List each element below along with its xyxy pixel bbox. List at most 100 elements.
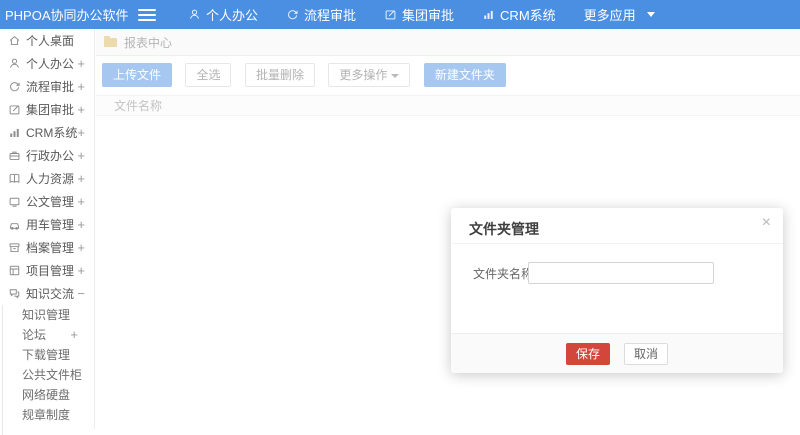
nav-item-personal-office[interactable]: 个人办公 [174, 0, 272, 29]
more-actions-button[interactable]: 更多操作 [328, 63, 411, 87]
close-icon[interactable]: × [762, 215, 771, 231]
sidebar: 个人桌面 个人办公 + 流程审批 + 集团审批 + CRM系统 + 行政办公 +… [0, 29, 95, 435]
sidebar-item-label: 个人办公 [26, 57, 75, 71]
file-list-header: 文件名称 [96, 95, 800, 116]
sidebar-item-official-docs[interactable]: 公文管理 + [0, 190, 94, 213]
app-logo: PHPOA协同办公软件 [5, 8, 129, 23]
sidebar-item-hr[interactable]: 人力资源 + [0, 167, 94, 190]
sidebar-item-label: 知识交流 [26, 287, 75, 301]
folder-name-input[interactable] [528, 262, 714, 284]
briefcase-icon [8, 149, 21, 162]
process-icon [8, 80, 21, 93]
sidebar-item-label: 项目管理 [26, 264, 75, 278]
caret-down-icon [646, 12, 655, 17]
sidebar-subitem-public-cabinet[interactable]: 公共文件柜 [0, 365, 94, 385]
more-actions-label: 更多操作 [339, 68, 388, 82]
sidebar-item-label: CRM系统 [26, 126, 78, 140]
nav-item-label: 个人办公 [206, 8, 259, 23]
sidebar-item-label: 集团审批 [26, 103, 75, 117]
new-folder-button[interactable]: 新建文件夹 [423, 63, 506, 87]
chat-icon [8, 287, 21, 300]
sidebar-item-knowledge[interactable]: 知识交流 − [0, 282, 94, 305]
top-nav-menu: 个人办公 流程审批 集团审批 CRM系统 更多应用 [174, 0, 669, 29]
folder-name-label: 文件夹名称 [473, 266, 534, 281]
sidebar-item-archives[interactable]: 档案管理 + [0, 236, 94, 259]
car-icon [8, 218, 21, 231]
sidebar-item-personal-office[interactable]: 个人办公 + [0, 52, 94, 75]
sidebar-subitem-forum[interactable]: 论坛 + [0, 325, 94, 345]
sidebar-item-vehicle[interactable]: 用车管理 + [0, 213, 94, 236]
expand-toggle[interactable]: + [77, 98, 85, 121]
archive-icon [8, 241, 21, 254]
sidebar-subitem-downloads[interactable]: 下载管理 [0, 345, 94, 365]
sidebar-subitem-knowledge-mgmt[interactable]: 知识管理 [0, 305, 94, 325]
nav-item-label: 流程审批 [304, 8, 357, 23]
breadcrumb: 报表中心 [96, 29, 800, 56]
user-icon [8, 57, 21, 70]
file-name-column-header: 文件名称 [114, 99, 163, 113]
subitem-label: 公共文件柜 [22, 368, 83, 382]
project-icon [8, 264, 21, 277]
nav-item-crm[interactable]: CRM系统 [468, 0, 570, 29]
nav-item-label: CRM系统 [500, 8, 556, 23]
sidebar-item-label: 人力资源 [26, 172, 75, 186]
subitem-label: 知识管理 [22, 308, 71, 322]
save-button[interactable]: 保存 [565, 342, 610, 365]
sidebar-item-process-approval[interactable]: 流程审批 + [0, 75, 94, 98]
nav-item-label: 集团审批 [402, 8, 455, 23]
sidebar-item-label: 档案管理 [26, 241, 75, 255]
nav-item-more-apps[interactable]: 更多应用 [570, 0, 669, 29]
knowledge-submenu: 知识管理 论坛 + 下载管理 公共文件柜 网络硬盘 规章制度 [0, 305, 94, 435]
document-icon [8, 195, 21, 208]
dialog-title: 文件夹管理 [469, 221, 539, 237]
user-icon [188, 8, 201, 21]
sidebar-item-label: 行政办公 [26, 149, 75, 163]
sidebar-subitem-rules[interactable]: 规章制度 [0, 405, 94, 425]
expand-toggle[interactable]: + [77, 190, 85, 213]
expand-toggle[interactable]: + [77, 236, 85, 259]
expand-toggle[interactable]: + [70, 325, 78, 345]
edit-icon [8, 103, 21, 116]
expand-toggle[interactable]: + [77, 75, 85, 98]
folder-management-dialog: 文件夹管理 × 文件夹名称 保存 取消 [451, 208, 783, 373]
expand-toggle[interactable]: + [77, 121, 85, 144]
dialog-footer: 保存 取消 [451, 333, 783, 373]
process-icon [286, 8, 299, 21]
menu-toggle-icon[interactable] [138, 8, 156, 21]
expand-toggle[interactable]: + [77, 144, 85, 167]
sidebar-item-label: 公文管理 [26, 195, 75, 209]
toolbar: 上传文件 全选 批量删除 更多操作 新建文件夹 [96, 56, 800, 87]
sidebar-subitem-network-disk[interactable]: 网络硬盘 [0, 385, 94, 405]
select-all-button[interactable]: 全选 [185, 63, 232, 87]
expand-toggle[interactable]: + [77, 167, 85, 190]
folder-icon [104, 35, 117, 47]
chart-icon [8, 126, 21, 139]
home-icon [8, 34, 21, 47]
subitem-label: 论坛 [22, 328, 47, 342]
top-navbar: PHPOA协同办公软件 个人办公 流程审批 集团审批 CRM系统 更多应用 [0, 0, 800, 29]
sidebar-item-projects[interactable]: 项目管理 + [0, 259, 94, 282]
collapse-toggle[interactable]: − [77, 282, 85, 305]
cancel-button[interactable]: 取消 [624, 342, 669, 365]
expand-toggle[interactable]: + [77, 259, 85, 282]
nav-item-label: 更多应用 [583, 8, 636, 23]
sidebar-item-group-approval[interactable]: 集团审批 + [0, 98, 94, 121]
chart-icon [482, 8, 495, 21]
sidebar-item-label: 流程审批 [26, 80, 75, 94]
subitem-label: 下载管理 [22, 348, 71, 362]
expand-toggle[interactable]: + [77, 213, 85, 236]
expand-toggle[interactable]: + [77, 52, 85, 75]
nav-item-process-approval[interactable]: 流程审批 [272, 0, 370, 29]
caret-down-icon [391, 73, 400, 78]
upload-file-button[interactable]: 上传文件 [102, 63, 173, 87]
dialog-body: 文件夹名称 [451, 244, 783, 284]
sidebar-item-admin-office[interactable]: 行政办公 + [0, 144, 94, 167]
breadcrumb-label: 报表中心 [124, 35, 173, 50]
dialog-header: 文件夹管理 × [451, 208, 783, 244]
nav-item-group-approval[interactable]: 集团审批 [370, 0, 468, 29]
sidebar-item-label: 用车管理 [26, 218, 75, 232]
batch-delete-button[interactable]: 批量删除 [244, 63, 315, 87]
sidebar-item-crm[interactable]: CRM系统 + [0, 121, 94, 144]
sidebar-item-personal-desktop[interactable]: 个人桌面 [0, 29, 94, 52]
edit-icon [384, 8, 397, 21]
